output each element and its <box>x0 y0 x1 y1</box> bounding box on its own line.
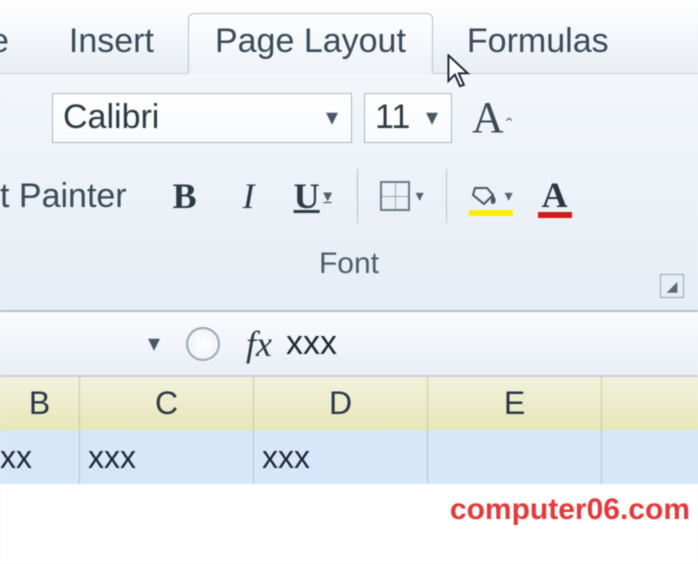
grow-font-glyph: A <box>472 92 504 143</box>
tab-insert[interactable]: Insert <box>43 14 180 73</box>
separator <box>446 169 447 223</box>
font-size-value: 11 <box>375 98 410 137</box>
tab-formulas[interactable]: Formulas <box>441 14 635 73</box>
chevron-down-icon: ▾ <box>313 103 351 132</box>
underline-glyph: U <box>294 175 320 217</box>
name-box[interactable]: ▾ <box>40 329 160 358</box>
fill-color-button[interactable]: ▾ <box>463 173 519 219</box>
borders-button[interactable]: ▾ <box>374 173 430 219</box>
column-header[interactable]: D <box>254 377 428 430</box>
italic-button[interactable]: I <box>221 171 277 221</box>
formula-bar-value[interactable]: xxx <box>272 324 337 363</box>
chevron-down-icon: ▾ <box>413 103 451 132</box>
insert-function-button[interactable]: fx <box>246 323 272 365</box>
cell[interactable] <box>428 430 602 484</box>
border-icon <box>380 181 410 211</box>
italic-glyph: I <box>243 175 255 217</box>
underline-button[interactable]: U ▾ <box>285 171 341 221</box>
paint-bucket-icon <box>469 185 499 207</box>
font-color-swatch <box>538 212 572 218</box>
caret-up-icon: ˆ <box>506 115 513 138</box>
grow-font-button[interactable]: A ˆ <box>472 92 512 143</box>
format-painter-fragment[interactable]: t Painter <box>0 177 137 216</box>
worksheet-area[interactable] <box>0 484 698 564</box>
bold-button[interactable]: B <box>157 171 213 221</box>
font-size-combobox[interactable]: 11 ▾ <box>364 93 452 143</box>
font-name-combobox[interactable]: Calibri ▾ <box>52 93 352 143</box>
chevron-down-icon: ▾ <box>324 186 332 206</box>
dialog-launcher-icon[interactable]: ◢ <box>660 274 684 298</box>
cancel-formula-icon[interactable] <box>186 327 220 361</box>
font-color-glyph: A <box>542 174 568 216</box>
cell[interactable]: xx <box>0 430 80 484</box>
cell[interactable]: xxx <box>254 430 428 484</box>
chevron-down-icon: ▾ <box>148 329 160 358</box>
fill-color-swatch <box>469 210 513 216</box>
tab-page-layout[interactable]: Page Layout <box>188 13 433 74</box>
column-header[interactable]: C <box>80 377 254 430</box>
font-color-button[interactable]: A <box>527 171 583 221</box>
chevron-down-icon: ▾ <box>505 186 513 206</box>
column-header[interactable]: E <box>428 377 602 430</box>
font-name-value: Calibri <box>63 98 159 137</box>
chevron-down-icon: ▾ <box>416 186 424 206</box>
bold-glyph: B <box>173 175 197 217</box>
separator <box>357 169 358 223</box>
ribbon-group-label-font: Font <box>0 247 698 281</box>
cell[interactable]: xxx <box>80 430 254 484</box>
column-header[interactable]: B <box>0 377 80 430</box>
tab-home-fragment[interactable]: e <box>0 14 35 73</box>
